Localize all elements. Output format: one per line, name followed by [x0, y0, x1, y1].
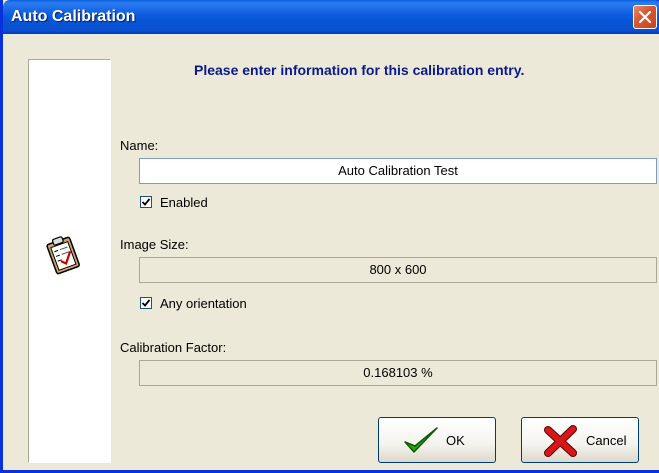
clipboard-checklist-icon [46, 236, 80, 275]
title-bar[interactable]: Auto Calibration [3, 0, 659, 34]
window-title: Auto Calibration [11, 8, 136, 25]
image-size-label: Image Size: [120, 237, 189, 252]
name-label: Name: [120, 138, 159, 153]
checkmark-icon [141, 198, 151, 206]
close-icon [638, 10, 652, 24]
checkmark-icon [141, 299, 151, 307]
auto-calibration-dialog: Auto Calibration Please enter informatio… [0, 0, 659, 473]
instruction-heading: Please enter information for this calibr… [194, 62, 525, 78]
close-button[interactable] [633, 5, 657, 29]
enabled-label: Enabled [160, 195, 208, 210]
enabled-checkbox-row[interactable]: Enabled [140, 194, 260, 212]
calibration-factor-field: 0.168103 % [139, 360, 657, 386]
cancel-label: Cancel [586, 433, 627, 448]
any-orientation-checkbox-row[interactable]: Any orientation [140, 295, 280, 313]
side-icon-panel [28, 59, 111, 463]
any-orientation-checkbox[interactable] [140, 297, 152, 309]
red-x-icon [544, 425, 577, 457]
image-size-field: 800 x 600 [139, 257, 657, 283]
ok-button[interactable]: OK [378, 417, 496, 463]
calibration-factor-label: Calibration Factor: [120, 340, 227, 355]
any-orientation-label: Any orientation [160, 296, 247, 311]
enabled-checkbox[interactable] [140, 196, 152, 208]
dialog-body: Please enter information for this calibr… [6, 34, 659, 470]
green-checkmark-icon [404, 427, 438, 453]
ok-label: OK [446, 433, 465, 448]
cancel-button[interactable]: Cancel [521, 417, 639, 463]
name-field[interactable]: Auto Calibration Test [139, 158, 657, 184]
